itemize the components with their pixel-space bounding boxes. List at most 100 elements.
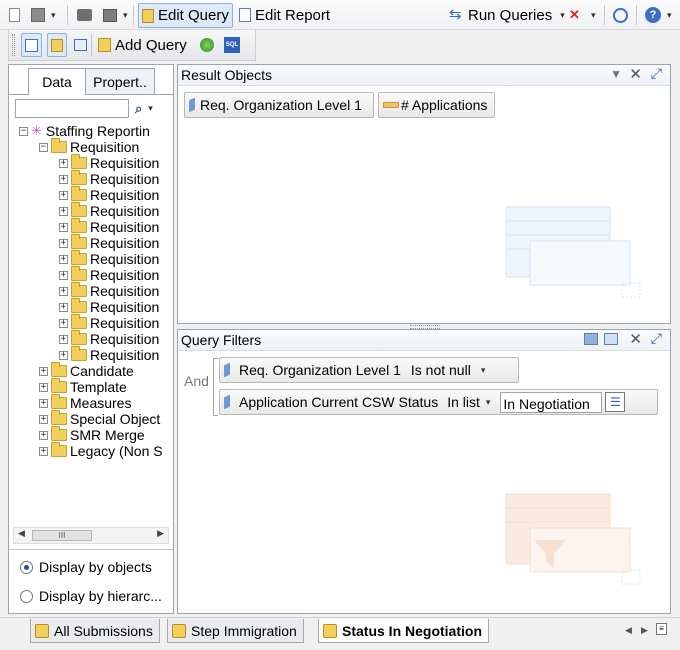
- tree-item-requisition[interactable]: + Requisition: [59, 218, 160, 235]
- expand-icon[interactable]: +: [59, 302, 68, 312]
- collapse-icon[interactable]: −: [19, 126, 28, 136]
- collapse-icon[interactable]: −: [39, 142, 48, 152]
- remove-all-icon[interactable]: ✕: [629, 330, 642, 348]
- tab-status-in-negotiation[interactable]: Status In Negotiation: [318, 619, 489, 643]
- add-query-button[interactable]: Add Query: [95, 33, 190, 57]
- and-operator[interactable]: And: [184, 373, 209, 389]
- filter-icon[interactable]: ▼: [610, 67, 622, 81]
- scroll-right-icon[interactable]: ▶: [157, 528, 164, 539]
- purge-button[interactable]: ✕ ▾: [566, 3, 599, 27]
- expand-icon[interactable]: +: [59, 254, 68, 264]
- tree-item-requisition[interactable]: + Requisition: [59, 234, 159, 251]
- display-by-objects-radio[interactable]: Display by objects: [20, 559, 152, 575]
- folder-icon: [71, 202, 87, 217]
- expand-icon[interactable]: +: [59, 158, 68, 168]
- expand-icon[interactable]: +: [59, 286, 68, 296]
- edit-query-button[interactable]: Edit Query: [138, 3, 233, 28]
- expand-icon[interactable]: +: [59, 318, 68, 328]
- tree-item-requisition[interactable]: + Requisition: [59, 250, 159, 267]
- expand-icon[interactable]: +: [59, 238, 68, 248]
- expand-icon[interactable]: +: [39, 382, 48, 392]
- folder-icon: [71, 186, 87, 201]
- save-button[interactable]: ▾: [28, 3, 59, 27]
- expand-icon[interactable]: +: [59, 270, 68, 280]
- add-subquery-icon[interactable]: [604, 333, 618, 345]
- combine-query-button[interactable]: [197, 33, 217, 57]
- expand-icon[interactable]: +: [39, 446, 48, 456]
- display-by-hierarchy-radio[interactable]: Display by hierarc...: [20, 588, 162, 604]
- tree-folder[interactable]: + SMR Merge: [39, 426, 145, 443]
- tab-properties[interactable]: Propert..: [85, 68, 155, 94]
- tree-item-requisition[interactable]: + Requisition: [59, 266, 159, 283]
- help-button[interactable]: ? ▾: [642, 3, 675, 27]
- tab-data[interactable]: Data: [28, 68, 86, 95]
- tree-item-label: Requisition: [90, 219, 160, 235]
- tree-folder[interactable]: + Special Object: [39, 410, 160, 427]
- print-button[interactable]: [74, 3, 99, 27]
- expand-icon[interactable]: +: [39, 430, 48, 440]
- expand-icon[interactable]: +: [59, 350, 68, 360]
- search-button[interactable]: ⌕ ▾: [135, 99, 165, 118]
- expand-icon[interactable]: +: [59, 206, 68, 216]
- data-preview-button[interactable]: [71, 33, 90, 57]
- tree-item-requisition[interactable]: + Requisition: [59, 346, 159, 363]
- tree-folder[interactable]: + Legacy (Non S: [39, 442, 163, 459]
- search-input[interactable]: [15, 99, 129, 118]
- universe-icon: ✳: [31, 123, 42, 138]
- track-changes-button[interactable]: [610, 3, 635, 27]
- new-document-button[interactable]: [6, 3, 27, 27]
- toolbar-grip[interactable]: [12, 34, 15, 56]
- tree-item-requisition[interactable]: + Requisition: [59, 282, 159, 299]
- help-icon: ?: [645, 7, 661, 23]
- view-mode-button[interactable]: ▾: [100, 3, 131, 27]
- scroll-tabs-left-icon[interactable]: ◀: [625, 625, 632, 636]
- chevron-down-icon[interactable]: ▾: [481, 365, 486, 376]
- tree-item-requisition[interactable]: + Requisition: [59, 298, 159, 315]
- chevron-down-icon[interactable]: ▾: [486, 397, 491, 408]
- tree-folder[interactable]: + Template: [39, 378, 127, 395]
- tree-folder[interactable]: + Candidate: [39, 362, 134, 379]
- list-values-icon[interactable]: ☰: [605, 392, 626, 412]
- expand-icon[interactable]: +: [59, 222, 68, 232]
- query-panel-toggle[interactable]: [21, 33, 42, 57]
- filter-chip[interactable]: Application Current CSW Status In list ▾…: [219, 389, 658, 415]
- pin-icon[interactable]: ⤢: [651, 65, 662, 82]
- expand-icon[interactable]: +: [59, 190, 68, 200]
- tree-item-requisition[interactable]: + Requisition: [59, 154, 159, 171]
- tree-root[interactable]: − ✳ Staffing Reportin: [19, 123, 150, 139]
- tab-list-icon[interactable]: ≡: [656, 623, 667, 635]
- run-queries-button[interactable]: ⇆ Run Queries ▾: [446, 3, 568, 27]
- horizontal-scrollbar[interactable]: ◀ III ▶: [13, 527, 169, 544]
- expand-icon[interactable]: +: [39, 366, 48, 376]
- result-object-chip[interactable]: Req. Organization Level 1: [184, 92, 374, 118]
- scroll-thumb[interactable]: III: [32, 530, 92, 541]
- scroll-tabs-right-icon[interactable]: ▶: [641, 625, 648, 636]
- query-edit-toggle[interactable]: [47, 33, 67, 57]
- result-object-chip[interactable]: # Applications: [378, 92, 495, 118]
- edit-report-button[interactable]: Edit Report: [236, 3, 333, 27]
- tree-folder[interactable]: + Measures: [39, 394, 131, 411]
- tab-all-submissions[interactable]: All Submissions: [30, 619, 160, 643]
- filter-value-input[interactable]: In Negotiation: [500, 391, 603, 413]
- pin-icon[interactable]: ⤢: [651, 330, 662, 347]
- tree-item-requisition[interactable]: + Requisition: [59, 186, 159, 203]
- remove-all-icon[interactable]: ✕: [629, 65, 642, 83]
- tree-item-requisition[interactable]: + Requisition: [59, 330, 159, 347]
- expand-icon[interactable]: +: [39, 414, 48, 424]
- tree-item-requisition[interactable]: + Requisition: [59, 202, 159, 219]
- expand-icon[interactable]: +: [39, 398, 48, 408]
- filter-operator-label[interactable]: In list: [447, 394, 480, 410]
- sql-button[interactable]: SQL: [221, 33, 243, 57]
- chevron-down-icon: ▾: [667, 9, 672, 20]
- tree-item-requisition[interactable]: + Requisition: [59, 314, 159, 331]
- tab-step-immigration[interactable]: Step Immigration: [167, 619, 304, 643]
- expand-icon[interactable]: +: [59, 174, 68, 184]
- folder-icon: [71, 330, 87, 345]
- filter-operator-label[interactable]: Is not null: [411, 362, 471, 378]
- tree-folder-requisition[interactable]: − Requisition: [39, 138, 139, 155]
- tree-item-requisition[interactable]: + Requisition: [59, 170, 159, 187]
- scroll-left-icon[interactable]: ◀: [18, 528, 25, 539]
- expand-icon[interactable]: +: [59, 334, 68, 344]
- filter-chip[interactable]: Req. Organization Level 1 Is not null ▾: [219, 357, 519, 383]
- add-filter-icon[interactable]: [584, 333, 598, 345]
